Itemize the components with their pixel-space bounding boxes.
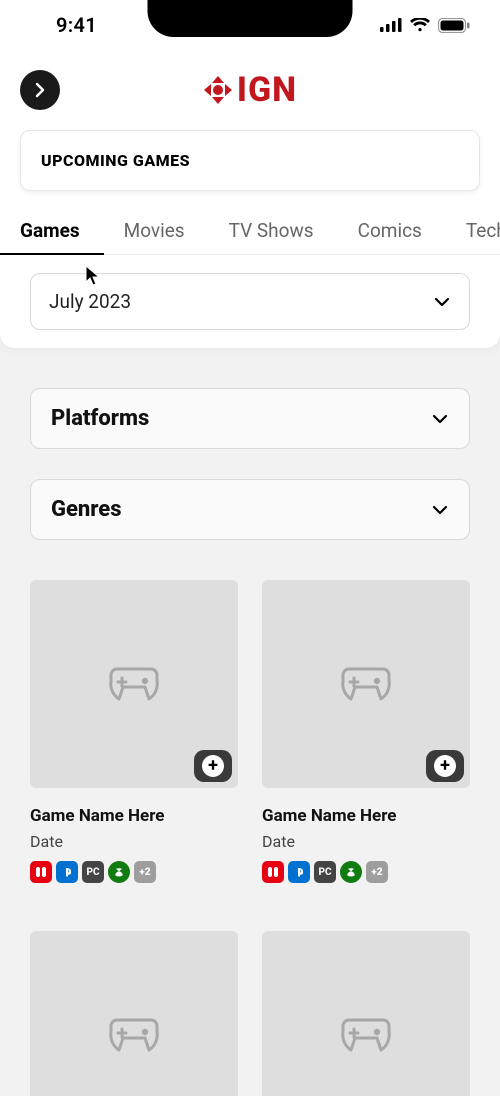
more-platforms-badge: +2 [134, 861, 156, 883]
brand-logo[interactable]: IGN [203, 70, 297, 110]
header-panel: IGN UPCOMING GAMES Games Movies TV Shows… [0, 50, 500, 348]
game-card[interactable]: + [30, 931, 238, 1096]
add-to-list-button[interactable]: + [194, 750, 232, 782]
platforms-filter-label: Platforms [51, 406, 149, 431]
tab-comics[interactable]: Comics [358, 211, 444, 254]
add-to-list-button[interactable]: + [426, 750, 464, 782]
chevron-down-icon [431, 501, 449, 519]
game-thumbnail: + [262, 931, 470, 1096]
device-notch [148, 0, 353, 37]
controller-icon [105, 663, 163, 705]
status-bar: 9:41 [0, 0, 500, 50]
pc-badge: PC [82, 861, 104, 883]
game-date: Date [30, 832, 238, 851]
controller-icon [337, 1014, 395, 1056]
category-tabs: Games Movies TV Shows Comics Tech [0, 211, 500, 255]
game-title: Game Name Here [30, 806, 238, 826]
game-date: Date [262, 832, 470, 851]
tab-movies[interactable]: Movies [124, 211, 207, 254]
battery-icon [438, 18, 470, 33]
platform-badges: PC +2 [30, 861, 238, 883]
genres-filter[interactable]: Genres [30, 479, 470, 540]
cellular-icon [380, 18, 402, 32]
chevron-right-icon [32, 82, 48, 98]
page-title-card: UPCOMING GAMES [20, 130, 480, 191]
game-thumbnail: + [262, 580, 470, 788]
controller-icon [337, 663, 395, 705]
tab-games[interactable]: Games [20, 211, 102, 254]
chevron-down-icon [431, 410, 449, 428]
playstation-badge [56, 861, 78, 883]
switch-badge [30, 861, 52, 883]
genres-filter-label: Genres [51, 497, 122, 522]
game-thumbnail: + [30, 580, 238, 788]
game-card[interactable]: + Game Name Here Date PC +2 [262, 580, 470, 883]
plus-icon: + [202, 755, 224, 777]
date-filter-dropdown[interactable]: July 2023 [30, 273, 470, 330]
more-platforms-badge: +2 [366, 861, 388, 883]
xbox-badge [108, 861, 130, 883]
date-filter-label: July 2023 [49, 290, 131, 313]
tab-tech[interactable]: Tech [466, 211, 500, 254]
wifi-icon [410, 18, 430, 32]
brand-name: IGN [237, 70, 297, 110]
ign-logo-icon [203, 75, 233, 105]
tab-tvshows[interactable]: TV Shows [229, 211, 336, 254]
status-icons [380, 18, 470, 33]
forward-button[interactable] [20, 70, 60, 110]
xbox-badge [340, 861, 362, 883]
controller-icon [105, 1014, 163, 1056]
chevron-down-icon [433, 293, 451, 311]
status-time: 9:41 [56, 13, 97, 37]
plus-icon: + [434, 755, 456, 777]
pc-badge: PC [314, 861, 336, 883]
platforms-filter[interactable]: Platforms [30, 388, 470, 449]
platform-badges: PC +2 [262, 861, 470, 883]
game-card[interactable]: + Game Name Here Date PC +2 [30, 580, 238, 883]
game-title: Game Name Here [262, 806, 470, 826]
switch-badge [262, 861, 284, 883]
game-grid: + Game Name Here Date PC +2 [0, 540, 500, 1096]
game-card[interactable]: + [262, 931, 470, 1096]
game-thumbnail: + [30, 931, 238, 1096]
playstation-badge [288, 861, 310, 883]
page-title: UPCOMING GAMES [41, 151, 459, 170]
